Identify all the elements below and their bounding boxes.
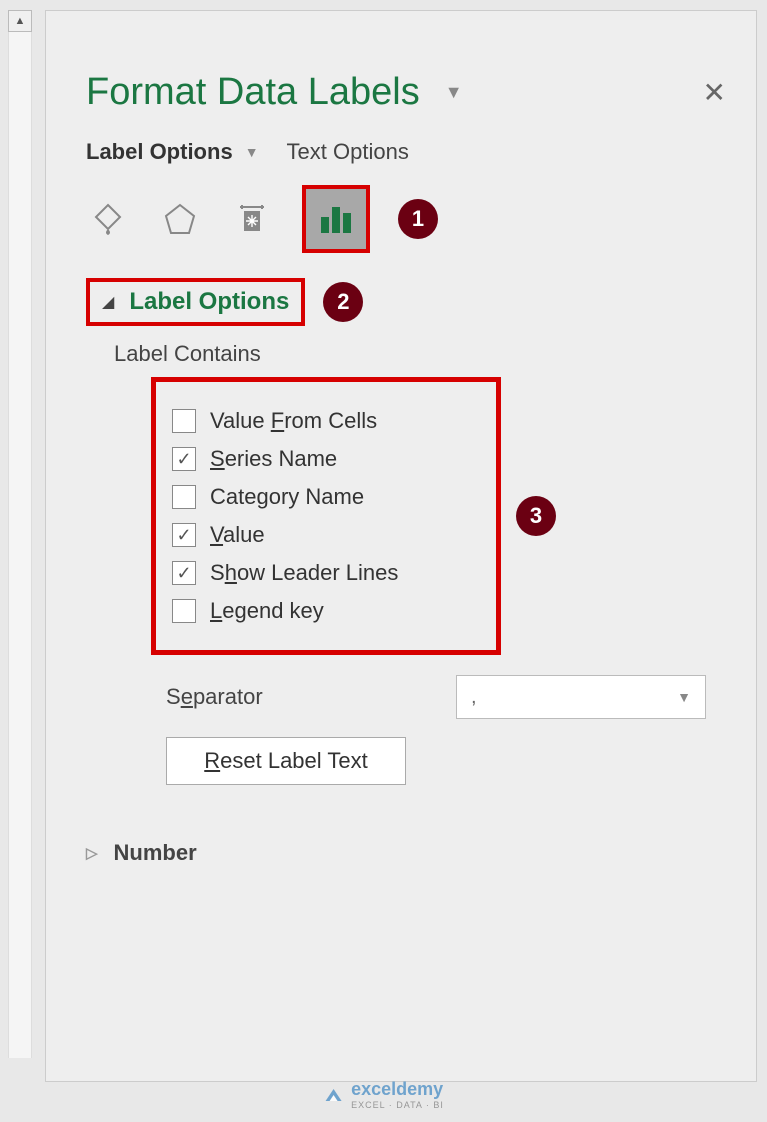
annotation-badge-2: 2: [323, 282, 363, 322]
checkbox-icon[interactable]: ✓: [172, 561, 196, 585]
checkbox-category-name[interactable]: Category Name: [172, 484, 480, 510]
separator-value: ,: [471, 686, 477, 709]
annotation-badge-1: 1: [398, 199, 438, 239]
checkbox-label: Legend key: [210, 598, 324, 624]
scrollbar-track[interactable]: [8, 32, 32, 1058]
fill-line-icon[interactable]: [86, 197, 130, 241]
number-label: Number: [114, 840, 197, 866]
tab-label-options[interactable]: Label Options: [86, 139, 233, 165]
checkbox-label: Value From Cells: [210, 408, 377, 434]
collapsed-triangle-icon: ▷: [86, 844, 98, 862]
checkbox-icon[interactable]: [172, 485, 196, 509]
checkbox-label: Show Leader Lines: [210, 560, 398, 586]
checkbox-icon[interactable]: ✓: [172, 523, 196, 547]
pane-title: Format Data Labels: [86, 71, 420, 114]
watermark-tagline: EXCEL · DATA · BI: [351, 1100, 444, 1110]
tab-text-options[interactable]: Text Options: [287, 139, 409, 165]
checkbox-icon[interactable]: [172, 599, 196, 623]
reset-button-label: Reset Label Text: [204, 748, 367, 774]
checkbox-series-name[interactable]: ✓ Series Name: [172, 446, 480, 472]
label-options-label: Label Options: [129, 288, 289, 316]
separator-dropdown[interactable]: , ▼: [456, 675, 706, 719]
format-data-labels-pane: Format Data Labels ▼ ✕ Label Options ▼ T…: [45, 10, 757, 1082]
number-section-header[interactable]: ▷ Number: [86, 840, 726, 866]
pane-options-dropdown-icon[interactable]: ▼: [445, 82, 463, 103]
checkbox-icon[interactable]: ✓: [172, 447, 196, 471]
label-contains-group: 3 Value From Cells ✓ Series Name Categor…: [151, 377, 501, 655]
separator-label: Separator: [166, 684, 263, 710]
chevron-down-icon: ▼: [677, 689, 691, 705]
checkbox-label: Value: [210, 522, 265, 548]
annotation-badge-3: 3: [516, 496, 556, 536]
checkbox-show-leader-lines[interactable]: ✓ Show Leader Lines: [172, 560, 480, 586]
label-options-icon[interactable]: [302, 185, 370, 253]
watermark: exceldemy EXCEL · DATA · BI: [323, 1079, 444, 1110]
reset-label-text-button[interactable]: Reset Label Text: [166, 737, 406, 785]
checkbox-value-from-cells[interactable]: Value From Cells: [172, 408, 480, 434]
vertical-scrollbar[interactable]: ▲: [8, 10, 32, 1080]
label-contains-heading: Label Contains: [114, 341, 726, 367]
checkbox-legend-key[interactable]: Legend key: [172, 598, 480, 624]
checkbox-icon[interactable]: [172, 409, 196, 433]
checkbox-value[interactable]: ✓ Value: [172, 522, 480, 548]
label-options-section-header[interactable]: ◢ Label Options: [86, 278, 305, 326]
watermark-brand: exceldemy: [351, 1079, 444, 1100]
scroll-up-arrow-icon[interactable]: ▲: [8, 10, 32, 32]
effects-icon[interactable]: [158, 197, 202, 241]
expanded-triangle-icon: ◢: [102, 292, 114, 312]
checkbox-label: Category Name: [210, 484, 364, 510]
watermark-logo-icon: [323, 1085, 343, 1105]
chevron-down-icon[interactable]: ▼: [245, 144, 259, 160]
close-icon[interactable]: ✕: [703, 76, 726, 109]
checkbox-label: Series Name: [210, 446, 337, 472]
size-properties-icon[interactable]: [230, 197, 274, 241]
